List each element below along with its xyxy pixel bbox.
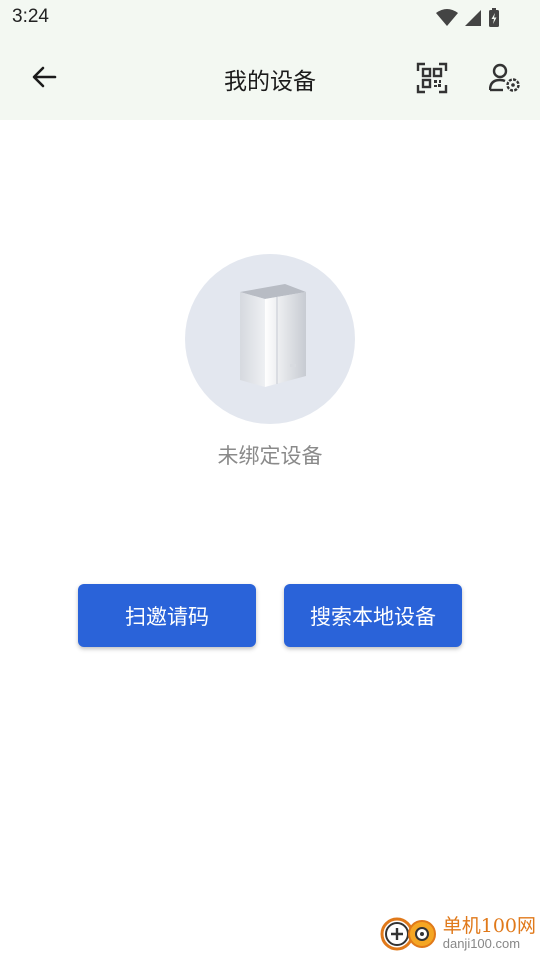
wifi-icon (436, 9, 458, 27)
battery-charging-icon (488, 8, 500, 28)
device-server-icon (230, 282, 310, 396)
status-bar: 3:24 (0, 0, 540, 38)
qr-code-icon (416, 62, 448, 98)
status-icons (436, 8, 500, 28)
status-time: 3:24 (12, 6, 49, 27)
device-placeholder (185, 254, 355, 424)
app-bar: 我的设备 (0, 38, 540, 120)
watermark-url: danji100.com (442, 936, 521, 952)
user-settings-button[interactable] (484, 59, 526, 101)
watermark-logo-icon (377, 912, 439, 956)
watermark-name: 单机100网 (442, 915, 536, 938)
watermark: 单机100网 danji100.com (377, 912, 536, 956)
cellular-signal-icon (464, 9, 482, 27)
scan-qr-button[interactable] (411, 59, 453, 101)
page-title: 我的设备 (224, 69, 316, 95)
scan-invite-code-button[interactable]: 扫邀请码 (78, 584, 256, 647)
user-settings-icon (488, 63, 521, 97)
search-local-devices-button[interactable]: 搜索本地设备 (284, 584, 462, 647)
no-device-message: 未绑定设备 (217, 444, 323, 468)
